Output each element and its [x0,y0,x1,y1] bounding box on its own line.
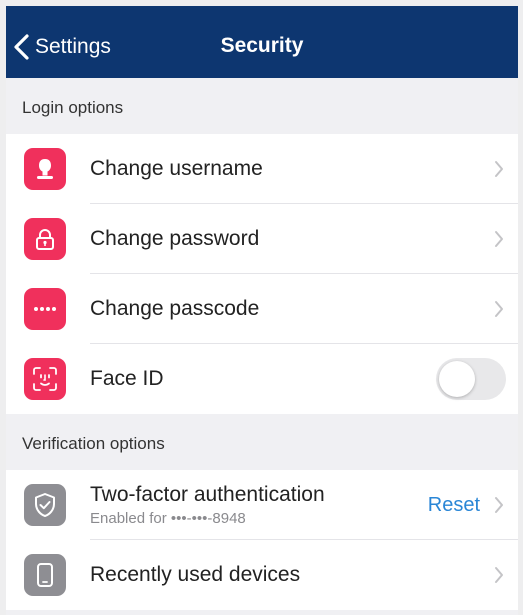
change-password-label: Change password [90,227,260,250]
reset-button[interactable]: Reset [428,494,480,517]
change-username-row[interactable]: Change username [6,134,518,204]
change-passcode-row[interactable]: Change passcode [6,274,518,344]
verification-options-group: Two-factor authentication Enabled for ••… [6,470,518,610]
login-options-group: Change username Change password Change p… [6,134,518,414]
face-id-toggle[interactable] [436,358,506,400]
section-header-login: Login options [6,78,518,134]
user-icon [24,148,66,190]
recently-used-devices-label: Recently used devices [90,563,301,586]
section-header-verification: Verification options [6,414,518,470]
chevron-right-icon [495,497,503,513]
change-passcode-label: Change passcode [90,297,260,320]
two-factor-status: Enabled for •••-•••-8948 [90,510,246,527]
face-id-icon [24,358,66,400]
face-id-row: Face ID [6,344,518,414]
page-title: Security [220,34,304,57]
navigation-bar: Settings Security [6,6,518,78]
chevron-right-icon [495,301,503,317]
phone-icon [24,554,66,596]
shield-check-icon [24,484,66,526]
toggle-knob [439,361,475,397]
chevron-right-icon [495,231,503,247]
two-factor-label: Two-factor authentication [90,483,325,506]
lock-icon [24,218,66,260]
recently-used-devices-row[interactable]: Recently used devices [6,540,518,610]
change-username-label: Change username [90,157,263,180]
chevron-right-icon [495,567,503,583]
change-password-row[interactable]: Change password [6,204,518,274]
chevron-right-icon [495,161,503,177]
two-factor-row[interactable]: Two-factor authentication Enabled for ••… [6,470,518,540]
passcode-dots-icon [24,288,66,330]
face-id-label: Face ID [90,367,164,390]
security-screen: Settings Security Login options Change u… [6,6,518,615]
